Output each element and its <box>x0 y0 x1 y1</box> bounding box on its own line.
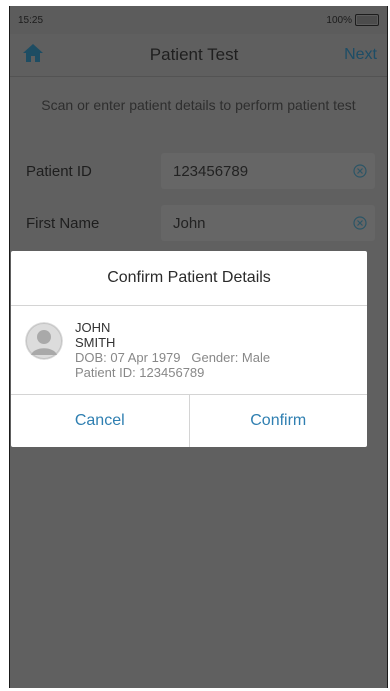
patient-dob-gender: DOB: 07 Apr 1979 Gender: Male <box>75 350 271 365</box>
patient-card: JOHN SMITH DOB: 07 Apr 1979 Gender: Male… <box>11 306 367 386</box>
home-button[interactable] <box>22 43 44 68</box>
patient-id-label: Patient ID <box>26 162 92 180</box>
patient-id-value: 123456789 <box>173 162 249 180</box>
patient-details: JOHN SMITH DOB: 07 Apr 1979 Gender: Male… <box>75 320 270 386</box>
status-bar: 15:25 100% <box>10 6 387 34</box>
first-name-field[interactable]: John <box>161 205 375 241</box>
battery-percent: 100% <box>326 14 352 26</box>
status-time: 15:25 <box>18 14 44 26</box>
clear-circle-icon[interactable] <box>353 216 367 230</box>
patient-id-row: Patient ID 123456789 <box>10 145 387 197</box>
confirm-button[interactable]: Confirm <box>188 395 368 447</box>
person-avatar-icon <box>25 322 63 360</box>
patient-id-text: Patient ID: 123456789 <box>75 365 205 380</box>
patient-id-field[interactable]: 123456789 <box>161 153 375 189</box>
dialog-title: Confirm Patient Details <box>11 251 367 306</box>
nav-bar: Patient Test Next <box>10 34 387 77</box>
first-name-value: John <box>173 214 206 232</box>
clear-circle-icon[interactable] <box>353 164 367 178</box>
confirm-patient-dialog: Confirm Patient Details JOHN SMITH DOB: … <box>11 251 367 447</box>
next-button[interactable]: Next <box>344 46 377 64</box>
home-icon <box>23 43 43 62</box>
battery-indicator: 100% <box>326 14 379 26</box>
instructions-text: Scan or enter patient details to perform… <box>41 97 356 113</box>
dialog-buttons: Cancel Confirm <box>11 394 367 447</box>
patient-last-name: SMITH <box>75 335 116 350</box>
patient-first-name: JOHN <box>75 320 111 335</box>
battery-icon <box>355 14 379 26</box>
first-name-label: First Name <box>26 214 100 232</box>
first-name-row: First Name John <box>10 197 387 249</box>
cancel-button[interactable]: Cancel <box>11 395 189 447</box>
page-title: Patient Test <box>149 45 239 64</box>
